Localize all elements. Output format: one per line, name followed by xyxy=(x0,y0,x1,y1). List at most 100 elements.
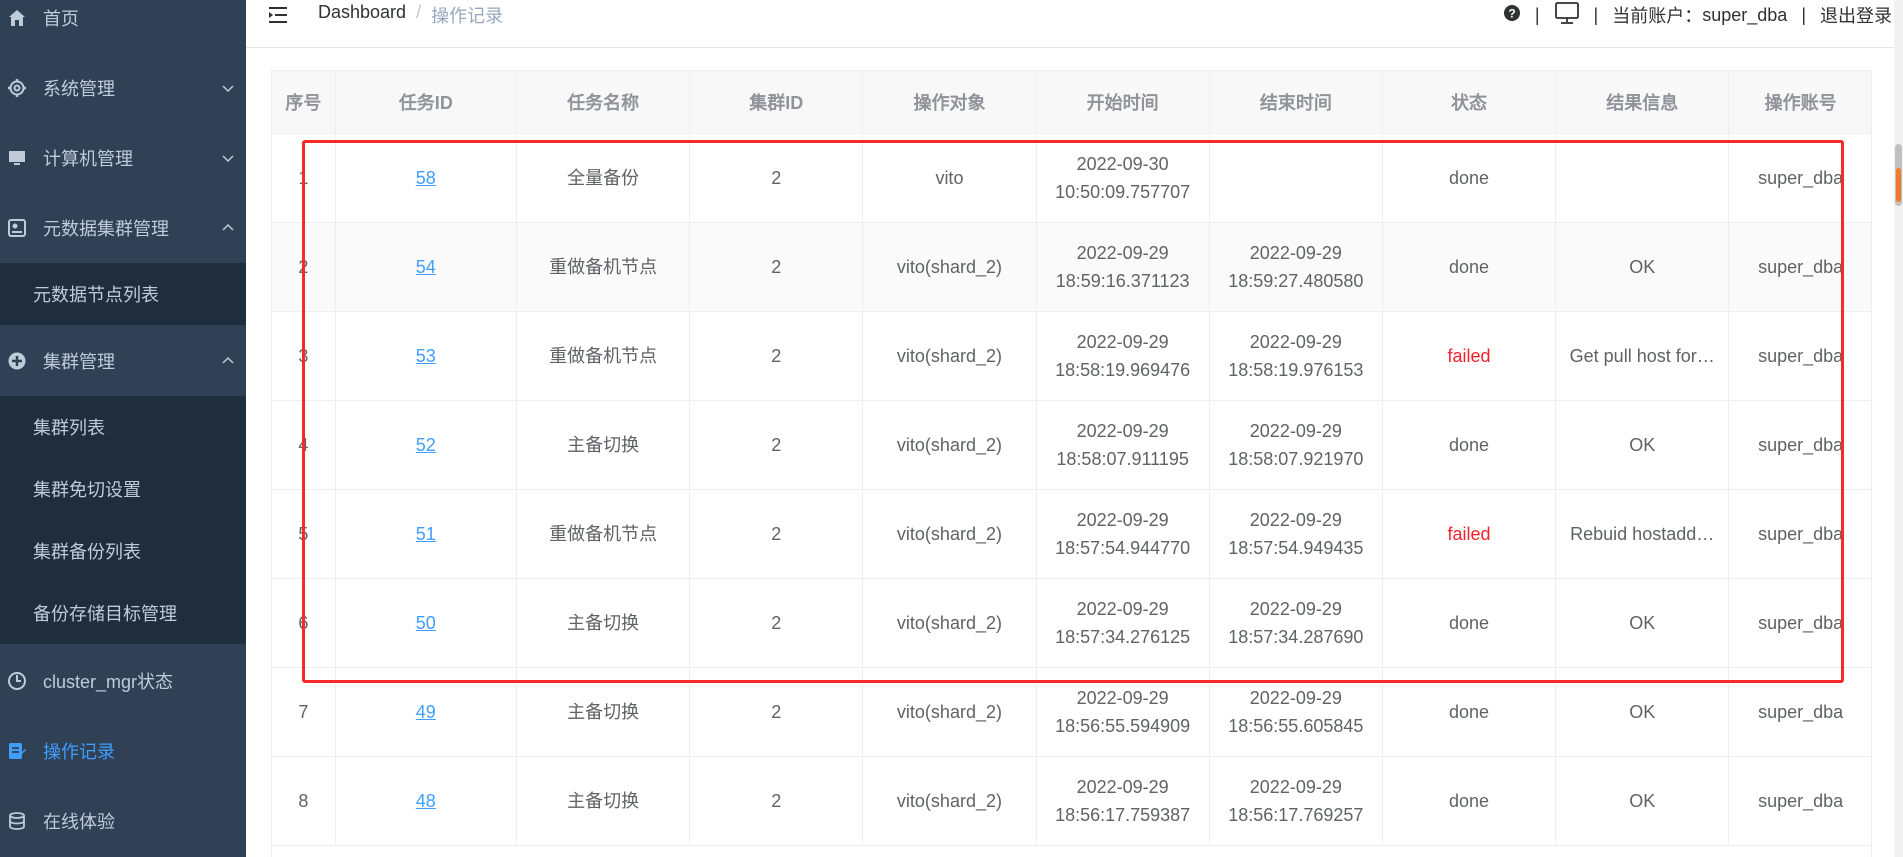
cell-task-name: 主备切换 xyxy=(516,400,691,490)
cluster-submenu: 集群列表 集群免切设置 集群备份列表 备份存储目标管理 xyxy=(0,396,246,644)
table-row: 5 51 重做备机节点 2 vito(shard_2) 2022-09-29 1… xyxy=(272,489,1871,579)
account-name: super_dba xyxy=(1702,4,1788,25)
hamburger-menu-icon[interactable] xyxy=(267,4,289,26)
cell-account: super_dba xyxy=(1728,311,1871,401)
cell-cluster-id: 2 xyxy=(689,133,864,223)
sidebar-item-cluster[interactable]: 集群管理 xyxy=(0,326,246,396)
cell-target: vito xyxy=(862,133,1037,223)
sidebar-item-label: 元数据节点列表 xyxy=(33,285,159,305)
cell-account: super_dba xyxy=(1728,222,1871,312)
cell-task-id: 52 xyxy=(335,400,517,490)
cell-result: OK xyxy=(1555,756,1730,846)
table-row: 6 50 主备切换 2 vito(shard_2) 2022-09-29 18:… xyxy=(272,578,1871,668)
cell-task-id: 48 xyxy=(335,756,517,846)
column-header: 序号 xyxy=(272,71,336,134)
home-icon xyxy=(6,7,28,29)
sidebar-item-system[interactable]: 系统管理 xyxy=(0,53,246,123)
header-right: ? | | 当前账户： super_dba | 退出登录 xyxy=(1503,0,1892,30)
column-header: 任务ID xyxy=(335,71,517,134)
cell-no: 7 xyxy=(272,667,336,757)
breadcrumb: Dashboard / 操作记录 xyxy=(318,2,503,28)
sidebar-item-label: 计算机管理 xyxy=(43,149,133,169)
sidebar-item-label: 首页 xyxy=(43,9,79,29)
sidebar-item-cluster-mgr-status[interactable]: cluster_mgr状态 xyxy=(0,646,246,716)
task-id-link[interactable]: 52 xyxy=(416,435,436,455)
cluster-icon xyxy=(6,350,28,372)
cell-task-id: 49 xyxy=(335,667,517,757)
cell-status: done xyxy=(1382,400,1557,490)
sidebar-item-metadata-cluster[interactable]: 元数据集群管理 xyxy=(0,193,246,263)
cell-account: super_dba xyxy=(1728,578,1871,668)
cell-no: 6 xyxy=(272,578,336,668)
cell-cluster-id: 2 xyxy=(689,667,864,757)
task-id-link[interactable]: 58 xyxy=(416,168,436,188)
logout-link[interactable]: 退出登录 xyxy=(1820,2,1892,28)
task-id-link[interactable]: 49 xyxy=(416,702,436,722)
sidebar-item-cluster-list[interactable]: 集群列表 xyxy=(0,396,246,458)
cell-no: 5 xyxy=(272,489,336,579)
cell-no: 1 xyxy=(272,133,336,223)
task-id-link[interactable]: 54 xyxy=(416,257,436,277)
sidebar-item-metadata-nodes[interactable]: 元数据节点列表 xyxy=(0,263,246,325)
status-icon xyxy=(6,670,28,692)
cell-task-name: 主备切换 xyxy=(516,667,691,757)
sidebar-item-label: cluster_mgr状态 xyxy=(43,672,174,692)
table-row: 4 52 主备切换 2 vito(shard_2) 2022-09-29 18:… xyxy=(272,400,1871,490)
sidebar-item-label: 集群备份列表 xyxy=(33,542,141,562)
table-row: 8 48 主备切换 2 vito(shard_2) 2022-09-29 18:… xyxy=(272,756,1871,846)
cell-account: super_dba xyxy=(1728,489,1871,579)
sidebar-item-home[interactable]: 首页 xyxy=(0,0,246,53)
operation-records-table: 序号 任务ID 任务名称 集群ID 操作对象 开始时间 结束时间 状态 结果信息… xyxy=(271,70,1872,857)
column-header: 结果信息 xyxy=(1555,71,1730,134)
sidebar-item-label: 元数据集群管理 xyxy=(43,219,169,239)
sidebar-item-operation-records[interactable]: 操作记录 xyxy=(0,716,246,786)
task-id-link[interactable]: 51 xyxy=(416,524,436,544)
column-header: 结束时间 xyxy=(1209,71,1383,134)
sidebar-item-label: 集群列表 xyxy=(33,418,105,438)
screen-icon[interactable] xyxy=(1554,1,1580,30)
cell-result: OK xyxy=(1555,578,1730,668)
cell-account: super_dba xyxy=(1728,756,1871,846)
cell-start-time: 2022-09-29 18:58:07.911195 xyxy=(1036,400,1210,490)
account-label: 当前账户： xyxy=(1612,6,1703,26)
cell-end-time: 2022-09-29 18:57:34.287690 xyxy=(1209,578,1383,668)
vertical-scrollbar[interactable] xyxy=(1894,0,1903,857)
record-icon xyxy=(6,740,28,762)
sidebar-item-cluster-backup-list[interactable]: 集群备份列表 xyxy=(0,520,246,582)
breadcrumb-current: 操作记录 xyxy=(431,6,504,26)
cell-target: vito(shard_2) xyxy=(862,400,1037,490)
column-header: 开始时间 xyxy=(1036,71,1210,134)
sidebar-item-label: 操作记录 xyxy=(43,742,115,762)
cell-task-id: 58 xyxy=(335,133,517,223)
cell-start-time: 2022-09-29 18:56:55.594909 xyxy=(1036,667,1210,757)
cell-status: done xyxy=(1382,222,1557,312)
table-row: 1 58 全量备份 2 vito 2022-09-30 10:50:09.757… xyxy=(272,133,1871,223)
sidebar-item-label: 集群管理 xyxy=(43,352,115,372)
database-icon xyxy=(6,810,28,832)
help-icon[interactable]: ? xyxy=(1503,4,1521,27)
cell-result: OK xyxy=(1555,400,1730,490)
task-id-link[interactable]: 50 xyxy=(416,613,436,633)
sidebar-item-online-trial[interactable]: 在线体验 xyxy=(0,786,246,856)
sidebar-item-backup-storage[interactable]: 备份存储目标管理 xyxy=(0,582,246,644)
cell-end-time xyxy=(1209,133,1383,223)
metadata-submenu: 元数据节点列表 xyxy=(0,263,246,325)
sidebar-item-computer[interactable]: 计算机管理 xyxy=(0,123,246,193)
gear-icon xyxy=(6,77,28,99)
chevron-down-icon xyxy=(220,80,236,96)
column-header: 集群ID xyxy=(689,71,864,134)
cell-start-time: 2022-09-29 18:56:17.759387 xyxy=(1036,756,1210,846)
cell-end-time: 2022-09-29 18:56:55.605845 xyxy=(1209,667,1383,757)
cell-result: OK xyxy=(1555,222,1730,312)
cell-task-name: 主备切换 xyxy=(516,578,691,668)
breadcrumb-dashboard[interactable]: Dashboard xyxy=(318,2,406,28)
cell-end-time: 2022-09-29 18:58:19.976153 xyxy=(1209,311,1383,401)
cell-start-time: 2022-09-29 18:59:16.371123 xyxy=(1036,222,1210,312)
cell-result: Rebuid hostadd… xyxy=(1555,489,1730,579)
cell-account: super_dba xyxy=(1728,400,1871,490)
sidebar-item-cluster-switch-settings[interactable]: 集群免切设置 xyxy=(0,458,246,520)
task-id-link[interactable]: 48 xyxy=(416,791,436,811)
sidebar: 首页 系统管理 计算机管理 元数据集群管理 元数据节点列表 集群管理 集群列表 … xyxy=(0,0,246,857)
task-id-link[interactable]: 53 xyxy=(416,346,436,366)
cell-status-failed: failed xyxy=(1382,311,1557,401)
